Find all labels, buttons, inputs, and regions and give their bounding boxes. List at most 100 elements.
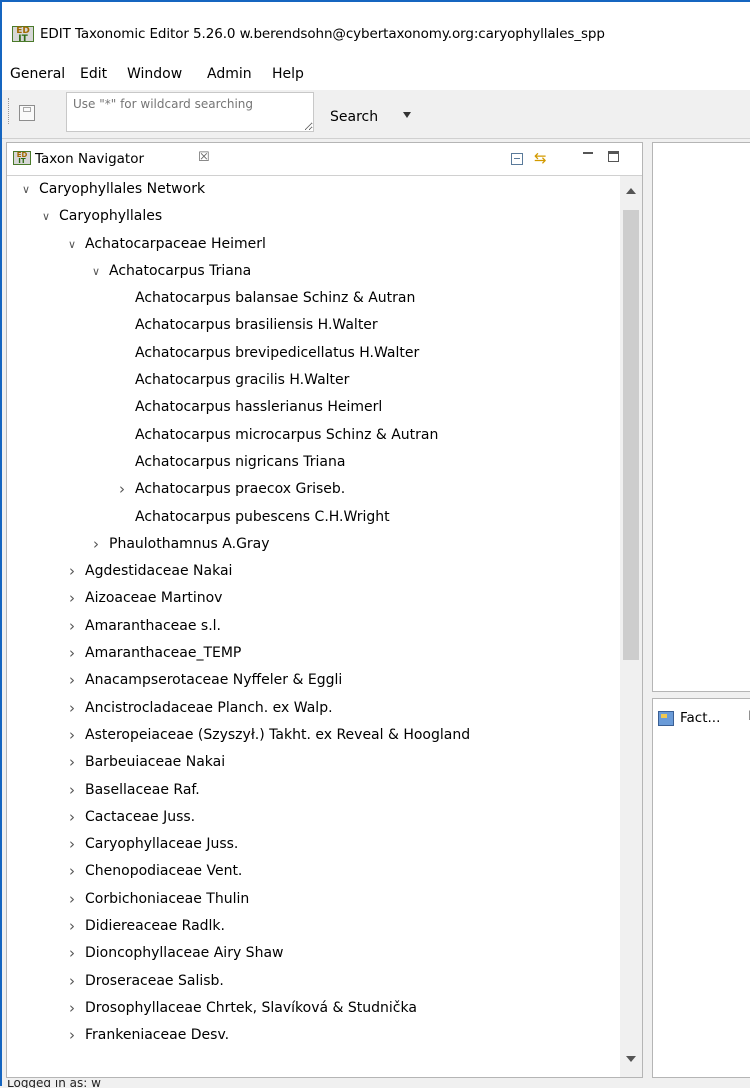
chevron-right-icon[interactable]: ›: [65, 831, 79, 858]
tree-item[interactable]: › Achatocarpus praecox Griseb.: [7, 476, 619, 503]
tree-item[interactable]: › Asteropeiaceae (Szyszył.) Takht. ex Rev…: [7, 722, 619, 749]
chevron-right-icon[interactable]: ›: [65, 585, 79, 612]
tree-item-label: Chenopodiaceae Vent.: [85, 863, 243, 880]
tree-item[interactable]: Achatocarpus nigricans Triana: [7, 449, 619, 476]
chevron-down-icon[interactable]: ∨: [65, 231, 79, 258]
chevron-right-icon[interactable]: ›: [65, 722, 79, 749]
menu-window[interactable]: Window: [127, 66, 182, 82]
tree-item[interactable]: › Drosophyllaceae Chrtek, Slavíková & Stu…: [7, 995, 619, 1022]
scroll-down-icon[interactable]: [626, 1056, 636, 1062]
chevron-right-icon[interactable]: ›: [65, 640, 79, 667]
tree-item-label: Achatocarpaceae Heimerl: [85, 235, 266, 252]
tree-item-label: Achatocarpus praecox Griseb.: [135, 481, 346, 498]
scroll-thumb[interactable]: [623, 210, 639, 660]
chevron-right-icon[interactable]: ›: [65, 558, 79, 585]
menu-edit[interactable]: Edit: [80, 66, 107, 82]
tree-item[interactable]: ∨ Caryophyllales: [7, 203, 619, 230]
navigator-logo-icon: ED IT: [13, 151, 31, 165]
editor-area: [652, 142, 750, 692]
chevron-right-icon[interactable]: ›: [115, 476, 129, 503]
tree-item[interactable]: Achatocarpus balansae Schinz & Autran: [7, 285, 619, 312]
tree-item[interactable]: › Corbichoniaceae Thulin: [7, 886, 619, 913]
chevron-right-icon[interactable]: ›: [65, 804, 79, 831]
tree-item[interactable]: › Cactaceae Juss.: [7, 804, 619, 831]
tree-item[interactable]: › Caryophyllaceae Juss.: [7, 831, 619, 858]
chevron-right-icon[interactable]: ›: [65, 777, 79, 804]
navigator-header: ED IT Taxon Navigator ☒ ⇆: [7, 143, 642, 176]
tree-item-label: Corbichoniaceae Thulin: [85, 890, 250, 907]
chevron-right-icon[interactable]: ›: [65, 695, 79, 722]
toolbar-grip[interactable]: [8, 98, 12, 124]
tree-item[interactable]: Achatocarpus brevipedicellatus H.Walter: [7, 340, 619, 367]
tree-item[interactable]: ∨ Caryophyllales Network: [7, 176, 619, 203]
tree-item-label: Cactaceae Juss.: [85, 808, 196, 825]
link-with-editor-icon[interactable]: ⇆: [534, 149, 547, 167]
tree-item[interactable]: Achatocarpus pubescens C.H.Wright: [7, 504, 619, 531]
close-icon[interactable]: ☒: [198, 150, 210, 165]
chevron-right-icon[interactable]: ›: [65, 858, 79, 885]
minimize-icon[interactable]: [583, 152, 593, 154]
tree-item[interactable]: Achatocarpus brasiliensis H.Walter: [7, 312, 619, 339]
tree-item[interactable]: › Amaranthaceae s.l.: [7, 613, 619, 640]
tree-item[interactable]: ∨ Achatocarpaceae Heimerl: [7, 231, 619, 258]
tree-item-label: Agdestidaceae Nakai: [85, 563, 233, 580]
tree-item[interactable]: › Basellaceae Raf.: [7, 777, 619, 804]
chevron-right-icon[interactable]: ›: [65, 1022, 79, 1049]
chevron-right-icon[interactable]: ›: [65, 913, 79, 940]
tree-item-label: Amaranthaceae s.l.: [85, 617, 221, 634]
taxon-navigator-panel: ED IT Taxon Navigator ☒ ⇆ ∨ Caryophyllales…: [6, 142, 643, 1078]
tree-item[interactable]: Achatocarpus microcarpus Schinz & Autran: [7, 422, 619, 449]
tree-item[interactable]: ∨ Achatocarpus Triana: [7, 258, 619, 285]
chevron-right-icon[interactable]: ›: [65, 667, 79, 694]
tree-item-label: Caryophyllales Network: [39, 181, 206, 197]
login-status: Logged in as: w: [7, 1080, 101, 1088]
tree-item[interactable]: › Barbeuiaceae Nakai: [7, 749, 619, 776]
collapse-all-icon[interactable]: [511, 153, 523, 165]
navigator-tab-title[interactable]: Taxon Navigator: [35, 151, 144, 167]
tree-item[interactable]: › Ancistrocladaceae Planch. ex Walp.: [7, 695, 619, 722]
tree-item-label: Achatocarpus nigricans Triana: [135, 453, 346, 470]
toolbar: Search: [2, 90, 750, 138]
tree-item[interactable]: Achatocarpus gracilis H.Walter: [7, 367, 619, 394]
tree-item-label: Ancistrocladaceae Planch. ex Walp.: [85, 699, 333, 716]
tree-item[interactable]: › Aizoaceae Martinov: [7, 585, 619, 612]
tree-item[interactable]: › Phaulothamnus A.Gray: [7, 531, 619, 558]
chevron-right-icon[interactable]: ›: [65, 940, 79, 967]
chevron-right-icon[interactable]: ›: [65, 613, 79, 640]
chevron-right-icon[interactable]: ›: [89, 531, 103, 558]
tree-item[interactable]: › Dioncophyllaceae Airy Shaw: [7, 940, 619, 967]
factual-data-tab-title[interactable]: Fact...: [680, 710, 720, 726]
tree-item[interactable]: Achatocarpus hasslerianus Heimerl: [7, 394, 619, 421]
maximize-icon[interactable]: [608, 151, 619, 162]
search-input[interactable]: [66, 92, 314, 132]
tree-item-label: Achatocarpus microcarpus Schinz & Autran: [135, 426, 439, 443]
save-icon[interactable]: [19, 105, 35, 121]
tree-item-label: Droseraceae Salisb.: [85, 972, 224, 989]
tree-item[interactable]: › Chenopodiaceae Vent.: [7, 858, 619, 885]
tree-item[interactable]: › Droseraceae Salisb.: [7, 968, 619, 995]
app-logo-icon: ED IT: [12, 26, 34, 44]
tree-item[interactable]: › Agdestidaceae Nakai: [7, 558, 619, 585]
tree-item[interactable]: › Frankeniaceae Desv.: [7, 1022, 619, 1049]
tree-item[interactable]: › Didiereaceae Radlk.: [7, 913, 619, 940]
chevron-right-icon[interactable]: ›: [65, 886, 79, 913]
tree-item-label: Barbeuiaceae Nakai: [85, 754, 226, 771]
chevron-right-icon[interactable]: ›: [65, 749, 79, 776]
tree-item[interactable]: › Anacampserotaceae Nyffeler & Eggli: [7, 667, 619, 694]
chevron-down-icon[interactable]: ∨: [89, 258, 103, 285]
tree-item-label: Anacampserotaceae Nyffeler & Eggli: [85, 672, 343, 689]
tree-item[interactable]: › Amaranthaceae_TEMP: [7, 640, 619, 667]
tree-item-label: Achatocarpus hasslerianus Heimerl: [135, 399, 383, 416]
menu-general[interactable]: General: [10, 66, 65, 82]
chevron-right-icon[interactable]: ›: [65, 995, 79, 1022]
tree-item-label: Caryophyllales: [59, 208, 163, 225]
menu-admin[interactable]: Admin: [207, 66, 252, 82]
search-button[interactable]: Search: [330, 109, 378, 125]
scroll-up-icon[interactable]: [626, 188, 636, 194]
vertical-scrollbar[interactable]: [620, 176, 642, 1077]
chevron-down-icon[interactable]: ∨: [39, 203, 53, 230]
chevron-right-icon[interactable]: ›: [65, 968, 79, 995]
chevron-down-icon[interactable]: [403, 112, 411, 118]
chevron-down-icon[interactable]: ∨: [19, 176, 33, 203]
menu-help[interactable]: Help: [272, 66, 304, 82]
